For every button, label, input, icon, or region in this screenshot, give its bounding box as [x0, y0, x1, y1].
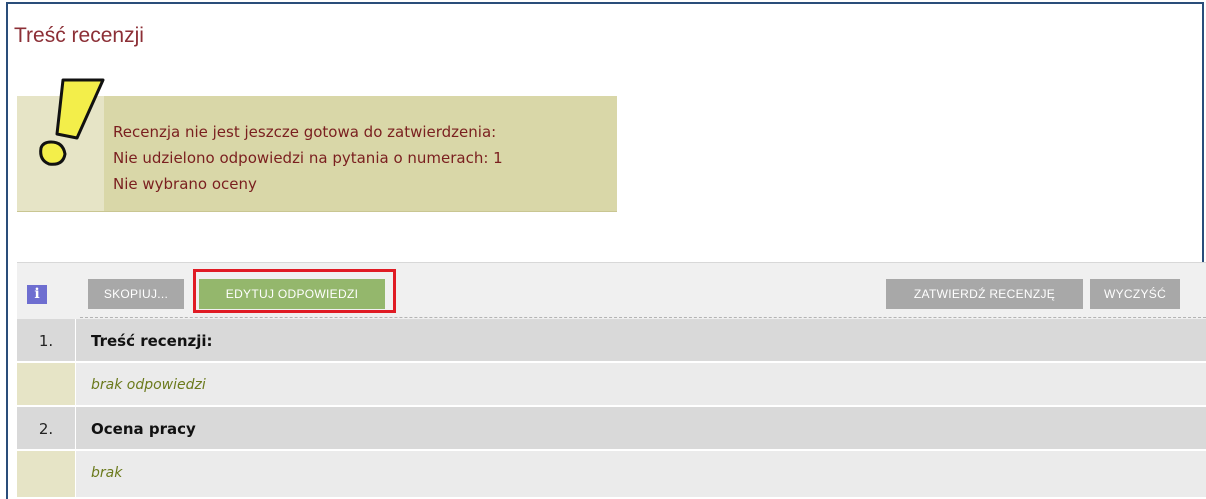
answer-number-cell	[17, 363, 75, 405]
review-panel: i SKOPIUJ... EDYTUJ ODPOWIEDZI ZATWIERDŹ…	[17, 262, 1206, 499]
clear-button[interactable]: WYCZYŚĆ	[1090, 279, 1180, 309]
warning-line: Nie udzielono odpowiedzi na pytania o nu…	[113, 149, 503, 167]
answer-number-cell	[17, 451, 75, 497]
exclamation-warning-icon	[39, 78, 105, 166]
question-title: Treść recenzji:	[75, 319, 1206, 361]
answer-text: brak odpowiedzi	[75, 363, 1206, 405]
warning-line: Recenzja nie jest jeszcze gotowa do zatw…	[113, 123, 497, 141]
question-number: 2.	[17, 407, 75, 449]
info-icon[interactable]: i	[27, 285, 47, 304]
toolbar-divider	[80, 317, 1206, 318]
highlight-frame	[193, 269, 396, 313]
question-number: 1.	[17, 319, 75, 361]
answer-row: brak odpowiedzi	[17, 363, 1206, 407]
warning-message: Recenzja nie jest jeszcze gotowa do zatw…	[113, 119, 503, 197]
answer-row: brak	[17, 451, 1206, 499]
question-title: Ocena pracy	[75, 407, 1206, 449]
approve-review-button[interactable]: ZATWIERDŹ RECENZJĘ	[886, 279, 1083, 309]
question-row: 2. Ocena pracy	[17, 407, 1206, 451]
warning-line: Nie wybrano oceny	[113, 175, 257, 193]
answer-text: brak	[75, 451, 1206, 497]
question-row: 1. Treść recenzji:	[17, 319, 1206, 363]
toolbar: i SKOPIUJ... EDYTUJ ODPOWIEDZI ZATWIERDŹ…	[17, 262, 1206, 319]
copy-button[interactable]: SKOPIUJ...	[88, 279, 184, 309]
page-title: Treść recenzji	[14, 24, 144, 47]
